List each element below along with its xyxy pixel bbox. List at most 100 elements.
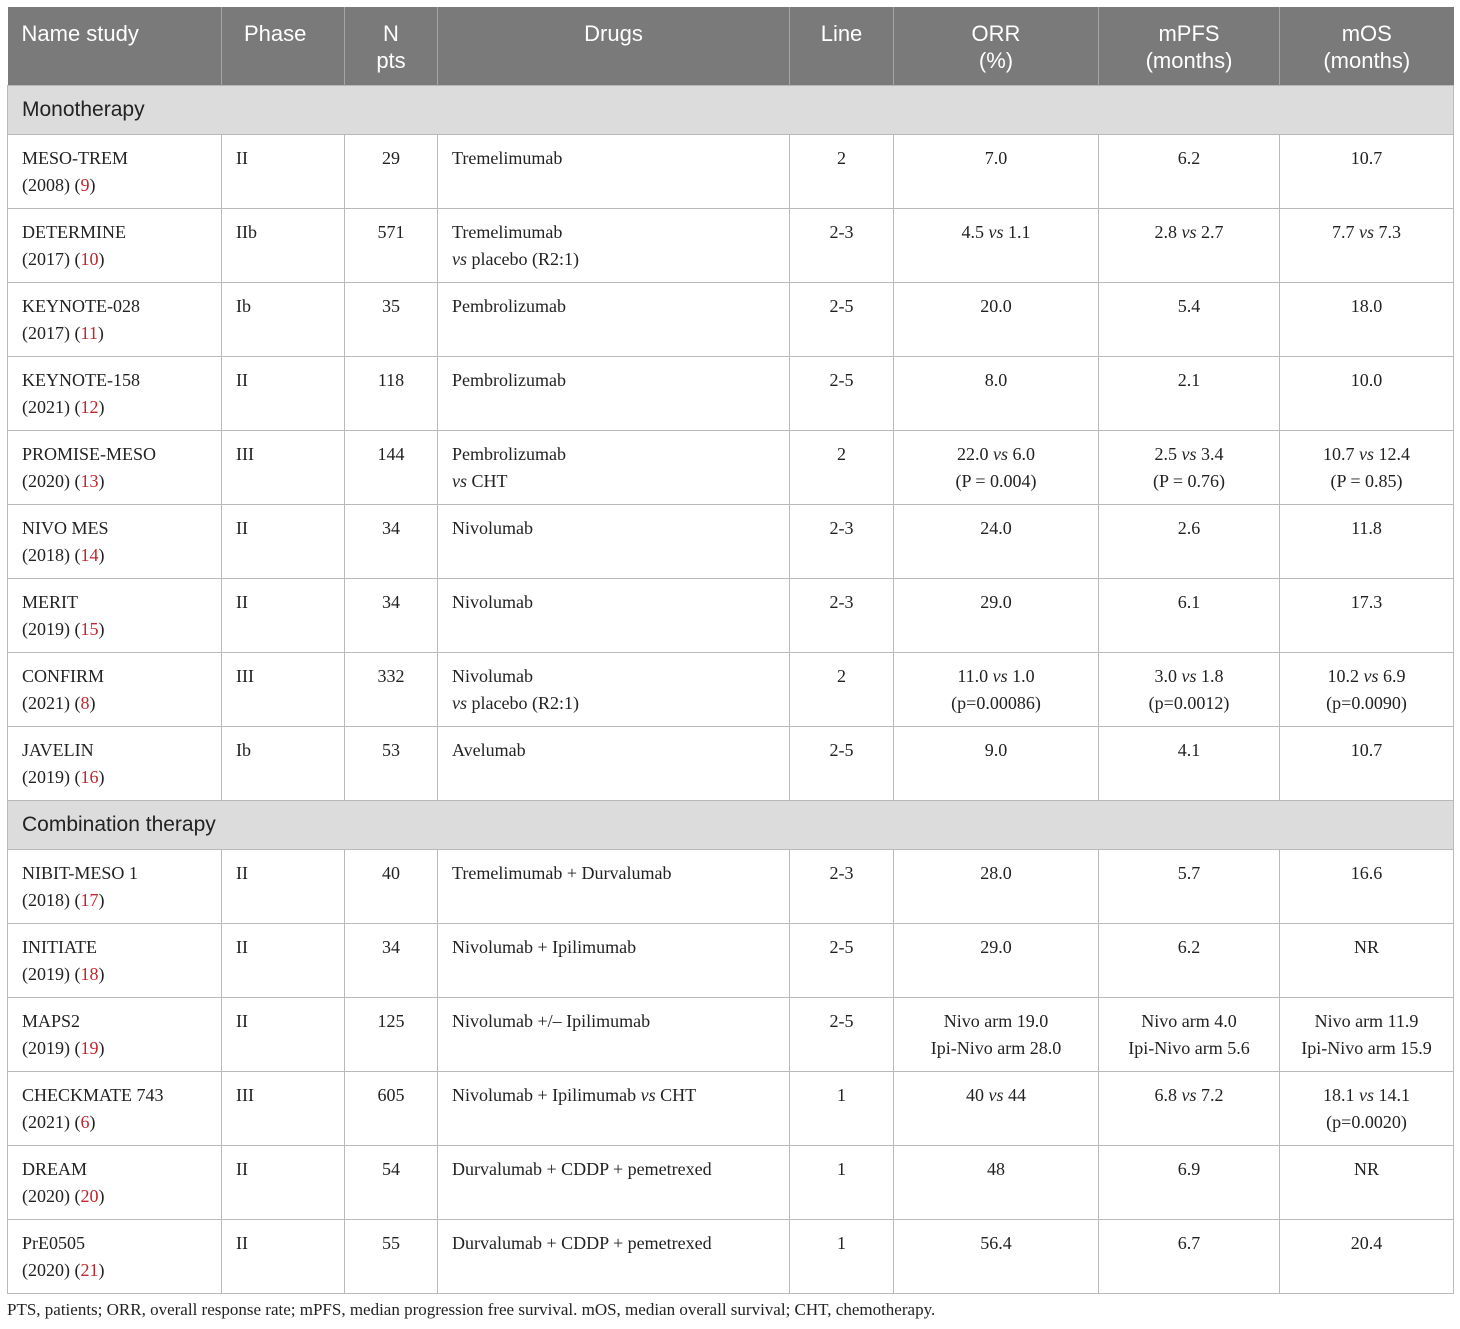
drugs-cell-line: Nivolumab + Ipilimumab vs CHT	[452, 1084, 697, 1105]
drugs-cell: Avelumab	[437, 725, 790, 801]
reference-link[interactable]: 21	[81, 1260, 99, 1280]
table-header: Name study Phase Npts Drugs Line ORR (%) mPFS (m…	[7, 7, 1454, 85]
reference-link[interactable]: 17	[81, 890, 99, 910]
study-year-line: (2021) (12)	[22, 396, 105, 417]
reference-link[interactable]: 13	[81, 471, 99, 491]
mpfs-cell-line: 2.6	[1177, 517, 1201, 538]
reference-link[interactable]: 8	[81, 693, 90, 713]
drugs-cell: Nivolumab	[437, 503, 790, 579]
study-name: MERIT	[22, 591, 78, 612]
mpfs-cell: 2.6	[1098, 503, 1280, 579]
mpfs-cell-line: 5.4	[1177, 295, 1201, 316]
orr-cell: Nivo arm 19.0 Ipi-Nivo arm 28.0	[893, 996, 1099, 1072]
drugs-cell-line: vs placebo (R2:1)	[452, 248, 579, 269]
study-year-line: (2017) (10)	[22, 248, 105, 269]
table-row: PrE0505 (2020) (21) II 55 Durvalumab + CDDP …	[7, 1218, 1454, 1294]
mpfs-cell: 6.2	[1098, 922, 1280, 998]
reference-link[interactable]: 18	[81, 964, 99, 984]
study-year-line: (2019) (16)	[22, 766, 105, 787]
reference-link[interactable]: 19	[81, 1038, 99, 1058]
orr-cell-line: 40 vs 44	[966, 1084, 1026, 1105]
study-name-cell: DREAM (2020) (20)	[7, 1144, 222, 1220]
study-name: NIBIT-MESO 1	[22, 862, 138, 883]
orr-cell: 29.0	[893, 922, 1099, 998]
mos-cell-line: (P = 0.85)	[1330, 470, 1403, 491]
study-year-line: (2020) (13)	[22, 470, 105, 491]
mos-cell-line: 10.2 vs 6.9	[1327, 665, 1406, 686]
phase-cell: Ib	[221, 281, 345, 357]
drugs-cell-line: Durvalumab + CDDP + pemetrexed	[452, 1158, 712, 1179]
study-name: DREAM	[22, 1158, 88, 1179]
mos-cell-line: 10.7 vs 12.4	[1323, 443, 1410, 464]
drugs-cell: Nivolumab	[437, 577, 790, 653]
table-row: KEYNOTE-028 (2017) (11) Ib 35 Pembrolizumab 2…	[7, 281, 1454, 357]
study-name-cell: PROMISE-MESO (2020) (13)	[7, 429, 222, 505]
line-cell: 2-5	[789, 996, 894, 1072]
reference-link[interactable]: 11	[81, 323, 98, 343]
results-table-container: Name study Phase Npts Drugs Line ORR (%) mPFS (m…	[7, 7, 1454, 1294]
mpfs-cell: 6.9	[1098, 1144, 1280, 1220]
phase-cell: II	[221, 133, 345, 209]
study-name: INITIATE	[22, 936, 97, 957]
study-year: (2017)	[22, 248, 70, 269]
phase-cell: II	[221, 355, 345, 431]
section-row: Combination therapy	[7, 799, 1454, 850]
reference-link[interactable]: 12	[81, 397, 99, 417]
n-pts-cell: 34	[344, 922, 438, 998]
study-name: CONFIRM	[22, 665, 105, 686]
mos-cell: Nivo arm 11.9 Ipi-Nivo arm 15.9	[1279, 996, 1454, 1072]
mos-cell-line: Ipi-Nivo arm 15.9	[1301, 1037, 1432, 1058]
study-year: (2019)	[22, 618, 70, 639]
orr-cell-line: Ipi-Nivo arm 28.0	[930, 1037, 1062, 1058]
drugs-cell-line: Pembrolizumab	[452, 295, 566, 316]
mpfs-cell: 6.1	[1098, 577, 1280, 653]
mos-cell-line: 11.8	[1351, 517, 1382, 538]
column-header-line: Name study	[21, 21, 139, 46]
phase-cell: III	[221, 651, 345, 727]
column-header-line: Line	[789, 7, 894, 85]
section-row: Monotherapy	[7, 84, 1454, 135]
orr-cell: 48	[893, 1144, 1099, 1220]
reference-link[interactable]: 6	[81, 1112, 90, 1132]
line-cell: 2-5	[789, 281, 894, 357]
orr-cell-line: Nivo arm 19.0	[943, 1010, 1049, 1031]
mos-cell: 18.1 vs 14.1 (p=0.0020)	[1279, 1070, 1454, 1146]
reference-link[interactable]: 15	[81, 619, 99, 639]
drugs-cell-line: vs CHT	[452, 470, 508, 491]
orr-cell: 22.0 vs 6.0 (P = 0.004)	[893, 429, 1099, 505]
mos-cell-line: 7.7 vs 7.3	[1332, 221, 1401, 242]
reference-link[interactable]: 9	[81, 175, 90, 195]
orr-cell: 29.0	[893, 577, 1099, 653]
line-cell: 2	[789, 429, 894, 505]
orr-cell: 24.0	[893, 503, 1099, 579]
table-row: PROMISE-MESO (2020) (13) III 144 Pembrolizum…	[7, 429, 1454, 505]
study-name: DETERMINE	[22, 221, 126, 242]
immunotherapy-trials-table: Name study Phase Npts Drugs Line ORR (%) mPFS (m…	[7, 7, 1454, 1294]
reference-link[interactable]: 20	[81, 1186, 99, 1206]
drugs-cell-line: Tremelimumab	[452, 221, 563, 242]
column-header-line: Phase	[244, 21, 307, 46]
study-year-line: (2018) (14)	[22, 544, 105, 565]
reference-link[interactable]: 16	[81, 767, 99, 787]
table-row: NIBIT-MESO 1 (2018) (17) II 40 Tremelimumab …	[7, 848, 1454, 924]
orr-cell-line: 8.0	[984, 369, 1008, 390]
study-year: (2008)	[22, 174, 70, 195]
mos-cell: NR	[1279, 922, 1454, 998]
mos-cell-line: 20.4	[1350, 1232, 1383, 1253]
reference-link[interactable]: 14	[81, 545, 99, 565]
line-cell: 2-3	[789, 207, 894, 283]
drugs-cell: Durvalumab + CDDP + pemetrexed	[437, 1144, 790, 1220]
n-pts-cell: 571	[344, 207, 438, 283]
orr-cell: 11.0 vs 1.0 (p=0.00086)	[893, 651, 1099, 727]
orr-cell-line: (p=0.00086)	[951, 692, 1041, 713]
mpfs-cell-line: 6.1	[1177, 591, 1201, 612]
mpfs-cell: 6.2	[1098, 133, 1280, 209]
study-year: (2020)	[22, 1185, 70, 1206]
study-name-cell: DETERMINE (2017) (10)	[7, 207, 222, 283]
study-year-line: (2019) (18)	[22, 963, 105, 984]
mpfs-cell: Nivo arm 4.0 Ipi-Nivo arm 5.6	[1098, 996, 1280, 1072]
column-header-line: (months)	[1145, 48, 1233, 73]
study-year: (2018)	[22, 889, 70, 910]
reference-link[interactable]: 10	[81, 249, 99, 269]
n-pts-cell: 332	[344, 651, 438, 727]
